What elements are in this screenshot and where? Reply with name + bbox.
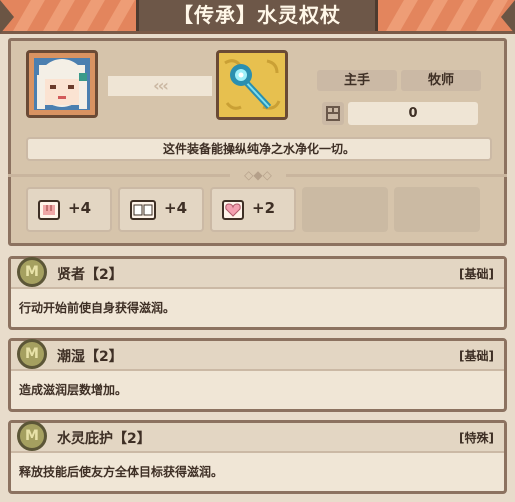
stat-value: +2 (252, 199, 276, 217)
banner-stripe (416, 0, 448, 31)
stat-strength: +4 (26, 187, 112, 232)
item-description: 这件装备能操纵纯净之水净化一切。 (26, 137, 492, 161)
divider-ornament: ◇◆◇ (230, 167, 286, 183)
slot-tag: 主手 (317, 70, 397, 91)
skill-card[interactable]: M 水灵庇护【2】 [特殊] 释放技能后使友方全体目标获得滋润。 (8, 420, 507, 494)
banner-stripe (386, 0, 418, 31)
heart-icon (222, 200, 244, 220)
banner-stripe (43, 0, 75, 31)
skill-description: 释放技能后使友方全体目标获得滋润。 (19, 465, 224, 479)
skill-description: 造成滋润层数增加。 (19, 383, 128, 397)
skill-name: 贤者【2】 (57, 267, 123, 283)
skill-kind: [基础] (459, 267, 494, 281)
skill-card[interactable]: M 潮湿【2】 [基础] 造成滋润层数增加。 (8, 338, 507, 412)
skill-name: 水灵庇护【2】 (57, 431, 151, 447)
stat-vitality: +2 (210, 187, 296, 232)
avatar-icon (29, 53, 95, 115)
banner-stripe (446, 0, 478, 31)
skill-kind: [基础] (459, 349, 494, 363)
title-banner: 【传承】水灵权杖 (0, 0, 515, 34)
skill-coin-icon: M (17, 339, 47, 369)
page-title: 【传承】水灵权杖 (136, 0, 378, 31)
skill-description: 行动开始前使自身获得滋润。 (19, 301, 176, 315)
skill-coin-icon: M (17, 421, 47, 451)
skill-name: 潮湿【2】 (57, 349, 123, 365)
equipment-slot[interactable] (216, 50, 288, 120)
fist-icon (38, 200, 60, 220)
stat-value: +4 (68, 199, 92, 217)
skill-kind: [特殊] (459, 431, 494, 445)
skill-coin-icon: M (17, 257, 47, 287)
item-detail-window: 【传承】水灵权杖 ‹‹‹ 主手 牧师 0 这件装备能操纵纯净之水净化一切。 ◇◆… (0, 0, 515, 502)
banner-stripe (103, 0, 135, 31)
banner-stripe (73, 0, 105, 31)
level-value: 0 (348, 102, 478, 125)
class-tag: 牧师 (401, 70, 481, 91)
banner-notch-left (0, 0, 14, 34)
banner-notch-right (501, 0, 515, 34)
rune-slot-icon (322, 102, 344, 125)
stat-value: +4 (164, 199, 188, 217)
stat-intellect: +4 (118, 187, 204, 232)
book-icon (130, 200, 156, 220)
scepter-icon (219, 53, 285, 117)
transfer-arrows: ‹‹‹ (108, 76, 212, 96)
character-portrait[interactable] (26, 50, 98, 118)
stat-empty-slot (302, 187, 388, 232)
skill-card[interactable]: M 贤者【2】 [基础] 行动开始前使自身获得滋润。 (8, 256, 507, 330)
banner-stripe (13, 0, 45, 31)
stat-empty-slot (394, 187, 480, 232)
